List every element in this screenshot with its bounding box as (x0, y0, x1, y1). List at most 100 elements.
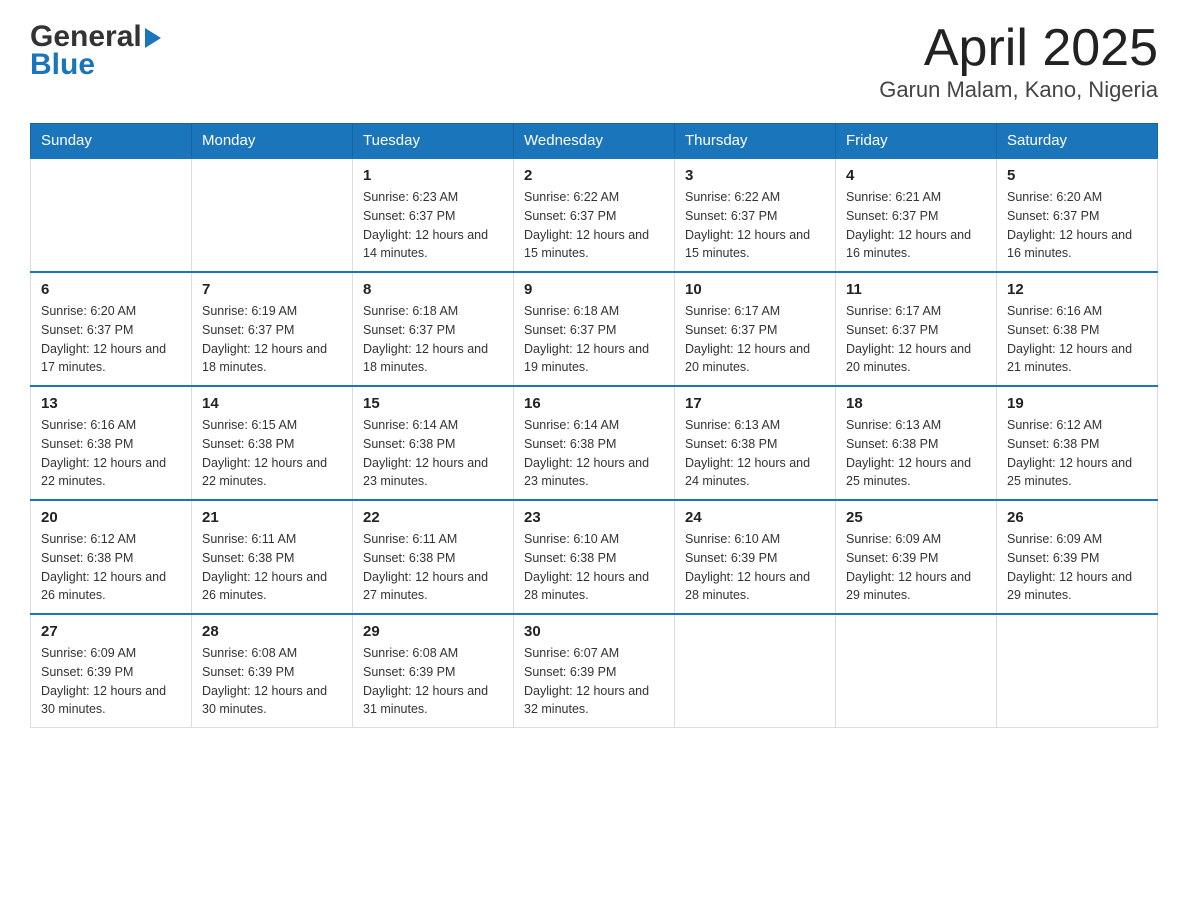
header-sunday: Sunday (31, 124, 192, 159)
day-number: 29 (363, 623, 503, 640)
table-row: 18 Sunrise: 6:13 AMSunset: 6:38 PMDaylig… (836, 386, 997, 500)
day-number: 10 (685, 281, 825, 298)
table-row: 6 Sunrise: 6:20 AMSunset: 6:37 PMDayligh… (31, 272, 192, 386)
table-row: 20 Sunrise: 6:12 AMSunset: 6:38 PMDaylig… (31, 500, 192, 614)
table-row: 13 Sunrise: 6:16 AMSunset: 6:38 PMDaylig… (31, 386, 192, 500)
table-row: 14 Sunrise: 6:15 AMSunset: 6:38 PMDaylig… (192, 386, 353, 500)
day-info: Sunrise: 6:23 AMSunset: 6:37 PMDaylight:… (363, 188, 503, 263)
day-info: Sunrise: 6:14 AMSunset: 6:38 PMDaylight:… (524, 416, 664, 491)
day-info: Sunrise: 6:11 AMSunset: 6:38 PMDaylight:… (202, 530, 342, 605)
logo-arrow-icon (145, 28, 161, 48)
day-number: 2 (524, 167, 664, 184)
table-row: 24 Sunrise: 6:10 AMSunset: 6:39 PMDaylig… (675, 500, 836, 614)
table-row: 4 Sunrise: 6:21 AMSunset: 6:37 PMDayligh… (836, 158, 997, 272)
day-number: 15 (363, 395, 503, 412)
header-monday: Monday (192, 124, 353, 159)
table-row: 17 Sunrise: 6:13 AMSunset: 6:38 PMDaylig… (675, 386, 836, 500)
day-info: Sunrise: 6:13 AMSunset: 6:38 PMDaylight:… (685, 416, 825, 491)
day-number: 6 (41, 281, 181, 298)
table-row: 16 Sunrise: 6:14 AMSunset: 6:38 PMDaylig… (514, 386, 675, 500)
header-wednesday: Wednesday (514, 124, 675, 159)
calendar-week-3: 13 Sunrise: 6:16 AMSunset: 6:38 PMDaylig… (31, 386, 1158, 500)
table-row: 5 Sunrise: 6:20 AMSunset: 6:37 PMDayligh… (997, 158, 1158, 272)
day-info: Sunrise: 6:21 AMSunset: 6:37 PMDaylight:… (846, 188, 986, 263)
day-number: 4 (846, 167, 986, 184)
table-row: 2 Sunrise: 6:22 AMSunset: 6:37 PMDayligh… (514, 158, 675, 272)
day-number: 8 (363, 281, 503, 298)
day-info: Sunrise: 6:12 AMSunset: 6:38 PMDaylight:… (41, 530, 181, 605)
calendar-week-5: 27 Sunrise: 6:09 AMSunset: 6:39 PMDaylig… (31, 614, 1158, 728)
table-row: 23 Sunrise: 6:10 AMSunset: 6:38 PMDaylig… (514, 500, 675, 614)
day-info: Sunrise: 6:18 AMSunset: 6:37 PMDaylight:… (524, 302, 664, 377)
day-info: Sunrise: 6:13 AMSunset: 6:38 PMDaylight:… (846, 416, 986, 491)
day-info: Sunrise: 6:10 AMSunset: 6:39 PMDaylight:… (685, 530, 825, 605)
day-number: 26 (1007, 509, 1147, 526)
table-row: 22 Sunrise: 6:11 AMSunset: 6:38 PMDaylig… (353, 500, 514, 614)
day-info: Sunrise: 6:10 AMSunset: 6:38 PMDaylight:… (524, 530, 664, 605)
table-row: 26 Sunrise: 6:09 AMSunset: 6:39 PMDaylig… (997, 500, 1158, 614)
table-row (192, 158, 353, 272)
day-number: 21 (202, 509, 342, 526)
logo: General Blue (30, 20, 161, 82)
day-info: Sunrise: 6:18 AMSunset: 6:37 PMDaylight:… (363, 302, 503, 377)
table-row: 9 Sunrise: 6:18 AMSunset: 6:37 PMDayligh… (514, 272, 675, 386)
day-number: 14 (202, 395, 342, 412)
day-number: 20 (41, 509, 181, 526)
day-info: Sunrise: 6:14 AMSunset: 6:38 PMDaylight:… (363, 416, 503, 491)
table-row: 25 Sunrise: 6:09 AMSunset: 6:39 PMDaylig… (836, 500, 997, 614)
table-row: 29 Sunrise: 6:08 AMSunset: 6:39 PMDaylig… (353, 614, 514, 728)
table-row: 12 Sunrise: 6:16 AMSunset: 6:38 PMDaylig… (997, 272, 1158, 386)
table-row: 7 Sunrise: 6:19 AMSunset: 6:37 PMDayligh… (192, 272, 353, 386)
day-info: Sunrise: 6:17 AMSunset: 6:37 PMDaylight:… (685, 302, 825, 377)
calendar-subtitle: Garun Malam, Kano, Nigeria (879, 77, 1158, 103)
day-info: Sunrise: 6:16 AMSunset: 6:38 PMDaylight:… (1007, 302, 1147, 377)
day-number: 19 (1007, 395, 1147, 412)
day-number: 17 (685, 395, 825, 412)
day-number: 24 (685, 509, 825, 526)
day-number: 1 (363, 167, 503, 184)
table-row: 1 Sunrise: 6:23 AMSunset: 6:37 PMDayligh… (353, 158, 514, 272)
table-row (675, 614, 836, 728)
table-row: 10 Sunrise: 6:17 AMSunset: 6:37 PMDaylig… (675, 272, 836, 386)
day-info: Sunrise: 6:08 AMSunset: 6:39 PMDaylight:… (202, 644, 342, 719)
day-info: Sunrise: 6:22 AMSunset: 6:37 PMDaylight:… (685, 188, 825, 263)
day-number: 22 (363, 509, 503, 526)
day-number: 30 (524, 623, 664, 640)
day-info: Sunrise: 6:20 AMSunset: 6:37 PMDaylight:… (41, 302, 181, 377)
table-row: 28 Sunrise: 6:08 AMSunset: 6:39 PMDaylig… (192, 614, 353, 728)
day-info: Sunrise: 6:07 AMSunset: 6:39 PMDaylight:… (524, 644, 664, 719)
day-number: 3 (685, 167, 825, 184)
day-number: 9 (524, 281, 664, 298)
day-number: 11 (846, 281, 986, 298)
day-number: 27 (41, 623, 181, 640)
day-info: Sunrise: 6:09 AMSunset: 6:39 PMDaylight:… (41, 644, 181, 719)
day-info: Sunrise: 6:15 AMSunset: 6:38 PMDaylight:… (202, 416, 342, 491)
day-info: Sunrise: 6:19 AMSunset: 6:37 PMDaylight:… (202, 302, 342, 377)
calendar-week-2: 6 Sunrise: 6:20 AMSunset: 6:37 PMDayligh… (31, 272, 1158, 386)
header-tuesday: Tuesday (353, 124, 514, 159)
table-row: 15 Sunrise: 6:14 AMSunset: 6:38 PMDaylig… (353, 386, 514, 500)
table-row: 3 Sunrise: 6:22 AMSunset: 6:37 PMDayligh… (675, 158, 836, 272)
day-number: 5 (1007, 167, 1147, 184)
day-number: 28 (202, 623, 342, 640)
header-thursday: Thursday (675, 124, 836, 159)
header-friday: Friday (836, 124, 997, 159)
table-row: 11 Sunrise: 6:17 AMSunset: 6:37 PMDaylig… (836, 272, 997, 386)
table-row (997, 614, 1158, 728)
table-row: 8 Sunrise: 6:18 AMSunset: 6:37 PMDayligh… (353, 272, 514, 386)
day-info: Sunrise: 6:12 AMSunset: 6:38 PMDaylight:… (1007, 416, 1147, 491)
day-number: 12 (1007, 281, 1147, 298)
table-row: 21 Sunrise: 6:11 AMSunset: 6:38 PMDaylig… (192, 500, 353, 614)
title-section: April 2025 Garun Malam, Kano, Nigeria (879, 20, 1158, 103)
day-number: 25 (846, 509, 986, 526)
day-info: Sunrise: 6:20 AMSunset: 6:37 PMDaylight:… (1007, 188, 1147, 263)
logo-blue-text: Blue (30, 48, 161, 82)
day-info: Sunrise: 6:08 AMSunset: 6:39 PMDaylight:… (363, 644, 503, 719)
day-number: 13 (41, 395, 181, 412)
table-row: 19 Sunrise: 6:12 AMSunset: 6:38 PMDaylig… (997, 386, 1158, 500)
table-row (31, 158, 192, 272)
day-info: Sunrise: 6:11 AMSunset: 6:38 PMDaylight:… (363, 530, 503, 605)
day-number: 18 (846, 395, 986, 412)
table-row (836, 614, 997, 728)
day-info: Sunrise: 6:17 AMSunset: 6:37 PMDaylight:… (846, 302, 986, 377)
